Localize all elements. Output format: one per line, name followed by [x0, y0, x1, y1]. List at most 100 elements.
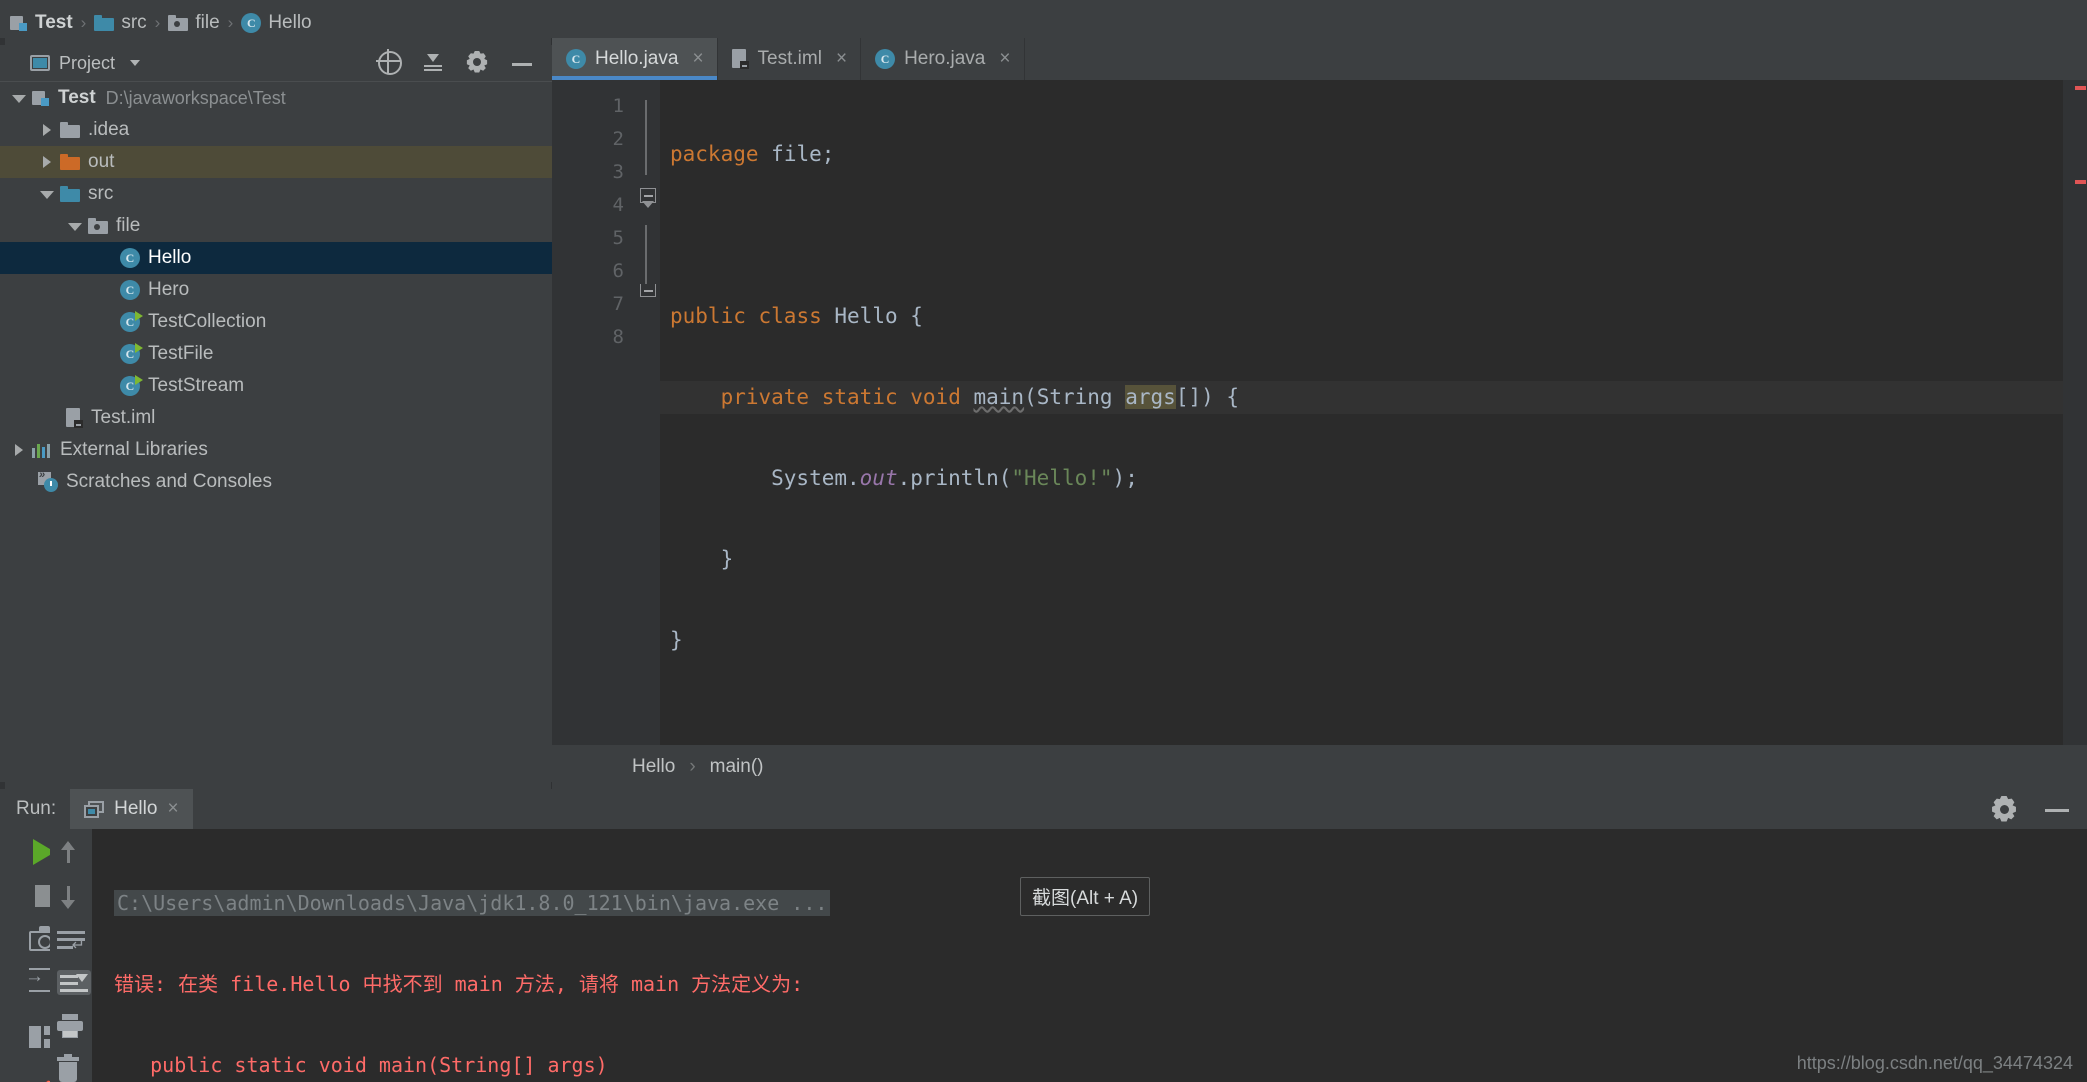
- tree-item-testfile[interactable]: C TestFile: [0, 338, 552, 370]
- tree-item-test[interactable]: Test D:\javaworkspace\Test: [0, 82, 552, 114]
- editor-tab-bar[interactable]: C Hello.java × Test.iml × C Hero.java ×: [552, 38, 2087, 80]
- tree-item-label: TestStream: [148, 375, 245, 396]
- breadcrumb-method[interactable]: main(): [710, 756, 764, 778]
- library-icon: [32, 442, 52, 458]
- editor-tab-hero-java[interactable]: C Hero.java ×: [861, 38, 1025, 80]
- tree-item-label: TestFile: [148, 343, 214, 364]
- run-console-output[interactable]: C:\Users\admin\Downloads\Java\jdk1.8.0_1…: [92, 829, 2087, 1082]
- fold-guide-line: [645, 100, 647, 175]
- project-tree[interactable]: Test D:\javaworkspace\Test .idea out src…: [0, 82, 552, 782]
- code-editor[interactable]: 1 2 3 4 5 6 7 8 package file; public cla…: [552, 80, 2087, 745]
- runnable-class-icon: C: [120, 343, 143, 364]
- error-stripe-marker[interactable]: [2075, 180, 2086, 184]
- close-icon[interactable]: ×: [167, 798, 178, 820]
- close-icon[interactable]: ×: [692, 48, 703, 70]
- fold-marker-icon[interactable]: [638, 188, 658, 208]
- chevron-right-icon[interactable]: [36, 151, 58, 173]
- scroll-to-end-icon[interactable]: [57, 970, 91, 995]
- chevron-down-icon[interactable]: [64, 215, 86, 237]
- tree-item-test-iml[interactable]: Test.iml: [0, 402, 552, 434]
- tree-item-label: src: [88, 183, 114, 204]
- chevron-right-icon[interactable]: [8, 439, 30, 461]
- up-arrow-icon[interactable]: [57, 839, 91, 865]
- close-icon[interactable]: ×: [836, 48, 847, 70]
- tree-item-teststream[interactable]: C TestStream: [0, 370, 552, 402]
- class-icon: C: [120, 248, 140, 268]
- tree-item-scratches[interactable]: Scratches and Consoles: [0, 466, 552, 498]
- nav-crumb-hello[interactable]: C Hello: [241, 12, 312, 34]
- chevron-right-icon[interactable]: [36, 119, 58, 141]
- tab-label: Hello.java: [595, 48, 679, 69]
- chevron-down-icon[interactable]: [36, 183, 58, 205]
- code-content[interactable]: package file; public class Hello { priva…: [660, 80, 2087, 745]
- tab-label: Hero.java: [904, 48, 986, 69]
- tree-item-idea[interactable]: .idea: [0, 114, 552, 146]
- editor-marker-gutter[interactable]: [2063, 80, 2087, 745]
- code-line-4: private static void main(String args[]) …: [660, 381, 2087, 414]
- error-stripe-marker[interactable]: [2075, 86, 2086, 90]
- nav-crumb-test[interactable]: Test: [10, 12, 73, 34]
- nav-crumb-src[interactable]: src: [94, 12, 147, 34]
- run-configuration-icon: [84, 800, 105, 818]
- down-arrow-icon[interactable]: [57, 884, 91, 910]
- tree-item-external-libraries[interactable]: External Libraries: [0, 434, 552, 466]
- line-number: 7: [612, 293, 624, 315]
- runnable-class-icon: C: [120, 375, 143, 396]
- breadcrumb-separator: ›: [689, 756, 696, 777]
- tree-item-src[interactable]: src: [0, 178, 552, 210]
- tree-item-label: Hero: [148, 279, 190, 300]
- project-panel-title: Project: [59, 52, 116, 73]
- print-icon[interactable]: [57, 1014, 91, 1038]
- soft-wrap-icon[interactable]: [57, 929, 91, 955]
- tree-item-file[interactable]: file: [0, 210, 552, 242]
- hide-icon[interactable]: [2043, 796, 2069, 822]
- class-icon: C: [566, 49, 586, 69]
- settings-gear-icon[interactable]: [1991, 796, 2017, 822]
- console-command-text: C:\Users\admin\Downloads\Java\jdk1.8.0_1…: [114, 890, 831, 916]
- editor-breadcrumb[interactable]: Hello › main(): [552, 745, 2087, 789]
- chevron-down-icon[interactable]: [8, 87, 30, 109]
- nav-crumb-label: Test: [35, 11, 73, 33]
- close-icon[interactable]: ×: [999, 48, 1010, 70]
- line-number: 4: [612, 194, 624, 216]
- line-number: 3: [612, 161, 624, 183]
- breadcrumb-class[interactable]: Hello: [632, 756, 675, 778]
- run-tab-hello[interactable]: Hello ×: [70, 789, 193, 829]
- line-number: 2: [612, 128, 624, 150]
- line-number: 5: [612, 227, 624, 249]
- project-view-selector[interactable]: Project: [30, 52, 141, 74]
- locate-icon[interactable]: [376, 49, 402, 75]
- project-tool-window-header: Project: [0, 45, 552, 82]
- tree-item-out[interactable]: out: [0, 146, 552, 178]
- runnable-class-icon: C: [120, 311, 143, 332]
- project-window-icon: [30, 55, 50, 71]
- nav-separator: ›: [227, 12, 234, 32]
- tree-item-label: External Libraries: [60, 439, 208, 460]
- nav-separator: ›: [154, 12, 161, 32]
- run-tab-label: Hello: [114, 798, 158, 819]
- package-icon: [88, 218, 108, 234]
- chevron-down-icon[interactable]: [130, 60, 141, 66]
- folder-orange-icon: [60, 154, 80, 170]
- tree-item-testcollection[interactable]: C TestCollection: [0, 306, 552, 338]
- watermark-url: https://blog.csdn.net/qq_34474324: [1796, 1053, 2073, 1073]
- collapse-all-icon[interactable]: [422, 51, 446, 75]
- package-icon: [168, 14, 189, 31]
- hide-icon[interactable]: [510, 51, 534, 75]
- module-icon: [32, 89, 50, 107]
- run-toolbar-secondary[interactable]: [50, 829, 98, 1082]
- console-error-line: 错误: 在类 file.Hello 中找不到 main 方法, 请将 main …: [114, 972, 804, 996]
- editor-tab-hello-java[interactable]: C Hello.java ×: [552, 38, 718, 80]
- tree-item-hello[interactable]: C Hello: [0, 242, 552, 274]
- clear-all-icon[interactable]: [57, 1054, 91, 1082]
- tree-item-hero[interactable]: C Hero: [0, 274, 552, 306]
- tree-item-path: D:\javaworkspace\Test: [105, 87, 286, 108]
- settings-gear-icon[interactable]: [466, 51, 490, 75]
- code-folding-strip[interactable]: [636, 80, 660, 745]
- folder-icon: [94, 14, 115, 31]
- nav-crumb-file[interactable]: file: [168, 12, 220, 34]
- editor-tab-test-iml[interactable]: Test.iml ×: [717, 38, 862, 80]
- fold-marker-end-icon[interactable]: [638, 280, 658, 300]
- class-icon: C: [241, 12, 262, 33]
